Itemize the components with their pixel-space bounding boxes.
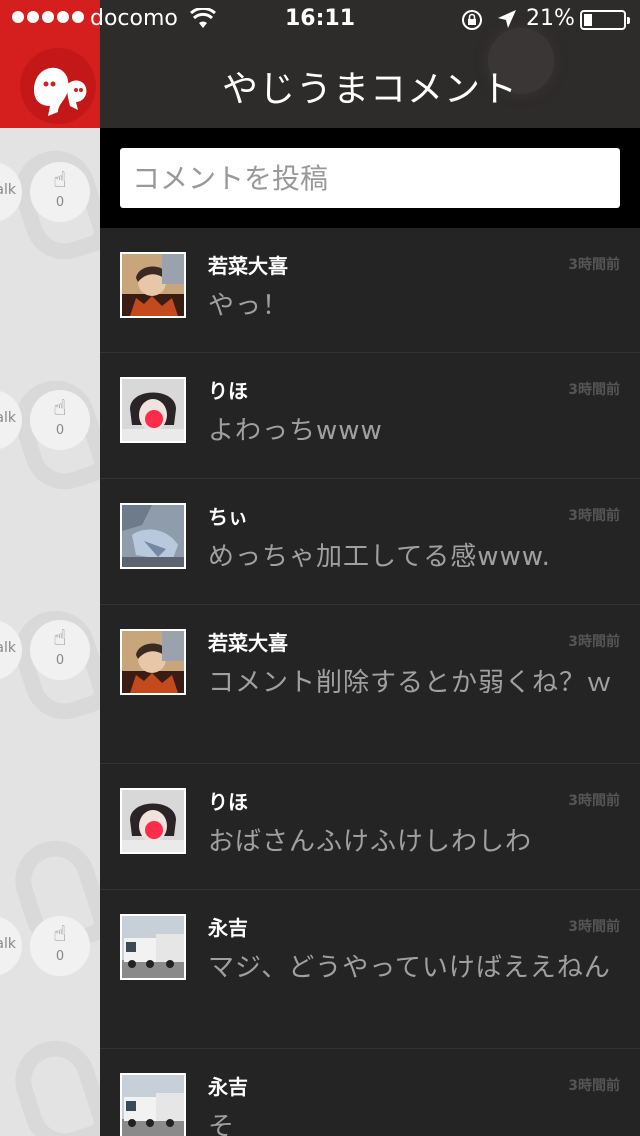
timestamp: 3時間前 [568, 793, 620, 809]
timestamp: 3時間前 [568, 919, 620, 935]
avatar[interactable] [120, 914, 186, 980]
comment-item[interactable]: りほ 3時間前 おばさんふけふけしわしわ [100, 764, 640, 890]
avatar[interactable] [120, 377, 186, 443]
timestamp: 3時間前 [568, 508, 620, 524]
location-arrow-icon [498, 10, 516, 28]
clap-button[interactable]: ☝ 0 [30, 390, 90, 450]
user-name: りほ [208, 379, 248, 403]
comment-item[interactable]: 永吉 3時間前 マジ、どうやっていけばええねん [100, 890, 640, 1049]
comment-item[interactable]: りほ 3時間前 よわっちwww [100, 353, 640, 479]
comment-item[interactable]: 永吉 3時間前 そ [100, 1049, 640, 1136]
avatar[interactable] [120, 503, 186, 569]
user-name: 永吉 [208, 916, 248, 940]
comment-text: おばさんふけふけしわしわ [208, 827, 533, 857]
talk-button[interactable]: alk [0, 390, 22, 450]
clap-button[interactable]: ☝ 0 [30, 916, 90, 976]
timestamp: 3時間前 [568, 634, 620, 650]
clap-icon: ☝ [53, 922, 67, 947]
comment-text: そ [208, 1112, 236, 1136]
battery-icon [580, 10, 630, 30]
timestamp: 3時間前 [568, 1078, 620, 1094]
comment-item[interactable]: ちぃ 3時間前 めっちゃ加工してる感www. [100, 479, 640, 605]
comment-text: マジ、どうやっていけばええねん [208, 953, 611, 983]
rotation-lock-icon [462, 10, 482, 30]
clap-icon: ☝ [53, 626, 67, 651]
clap-icon: ☝ [53, 168, 67, 193]
page-title: やじうまコメント [221, 69, 518, 110]
user-name: ちぃ [208, 505, 248, 529]
talk-button[interactable]: alk [0, 620, 22, 680]
user-name: 若菜大喜 [208, 254, 288, 278]
comment-text: コメント削除するとか弱くね？ｗ [208, 668, 614, 698]
status-bar: docomo 16:11 21% [0, 0, 640, 40]
clap-icon: ☝ [53, 396, 67, 421]
user-name: りほ [208, 790, 248, 814]
avatar[interactable] [120, 629, 186, 695]
timestamp: 3時間前 [568, 382, 620, 398]
clap-button[interactable]: ☝ 0 [30, 620, 90, 680]
comment-item[interactable]: 若菜大喜 3時間前 コメント削除するとか弱くね？ｗ [100, 605, 640, 764]
comment-item[interactable]: 若菜大喜 3時間前 やっ！ [100, 228, 640, 353]
user-name: 若菜大喜 [208, 631, 288, 655]
watermark-shape [4, 1030, 100, 1136]
clap-button[interactable]: ☝ 0 [30, 162, 90, 222]
user-name: 永吉 [208, 1075, 248, 1099]
comment-panel: やじうまコメント 若菜大喜 3時間前 やっ！ [100, 0, 640, 1136]
comment-text: よわっちwww [208, 416, 383, 446]
avatar[interactable] [120, 1073, 186, 1136]
talk-button[interactable]: alk [0, 916, 22, 976]
comment-input-area [100, 128, 640, 228]
talk-button[interactable]: alk [0, 162, 22, 222]
comment-text: やっ！ [208, 291, 290, 321]
ghost-logo-icon [34, 67, 87, 116]
timestamp: 3時間前 [568, 257, 620, 273]
avatar[interactable] [120, 252, 186, 318]
avatar[interactable] [120, 788, 186, 854]
comment-text: めっちゃ加工してる感www. [208, 542, 551, 572]
background-panel: alk ☝ 0 alk ☝ 0 alk ☝ 0 alk ☝ 0 [0, 0, 100, 1136]
comment-input[interactable] [120, 148, 620, 208]
battery-percentage: 21% [526, 6, 575, 31]
